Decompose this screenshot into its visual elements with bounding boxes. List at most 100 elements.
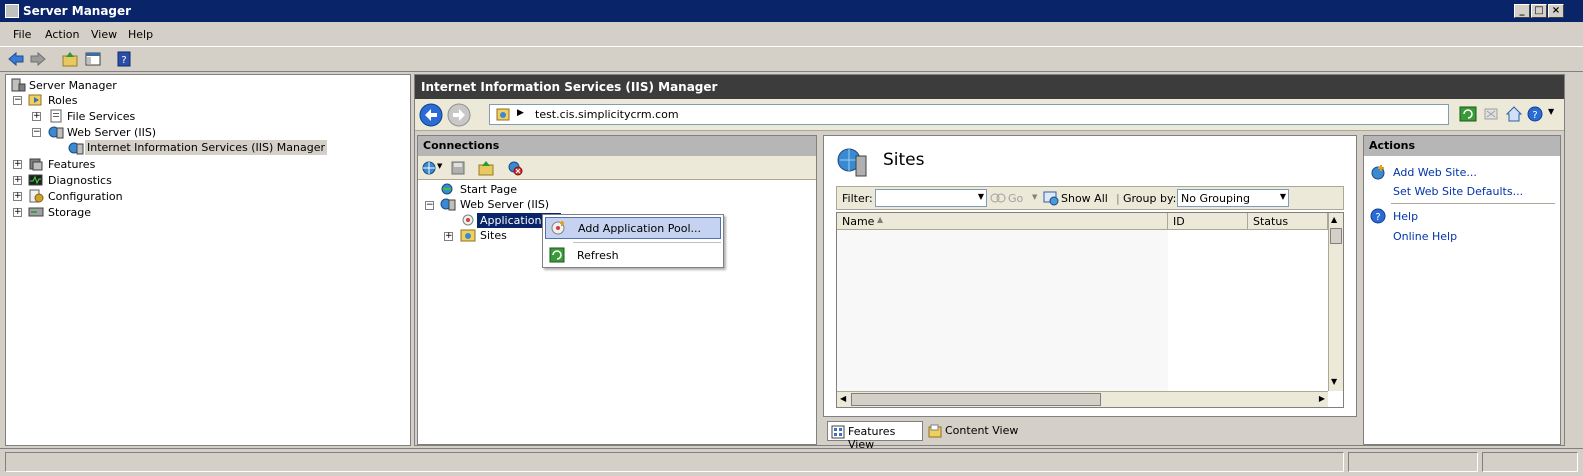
maximize-button[interactable]: □ (1531, 4, 1547, 18)
show-hide-console-icon[interactable] (84, 50, 102, 68)
scroll-down-icon[interactable]: ▼ (1331, 377, 1337, 386)
status-cell-main (5, 452, 1344, 472)
file-services-expander[interactable]: + (32, 112, 41, 121)
up-folder-icon[interactable] (61, 50, 79, 68)
add-web-site-icon (1371, 165, 1385, 180)
tree-file-services[interactable]: File Services (67, 110, 135, 123)
vertical-scrollbar[interactable]: ▲ ▼ (1328, 213, 1343, 391)
show-all-button[interactable]: Show All (1061, 192, 1108, 205)
close-button[interactable]: × (1548, 4, 1564, 18)
ctx-refresh[interactable]: Refresh (545, 245, 721, 267)
scroll-right-icon[interactable]: ▶ (1319, 394, 1325, 403)
disconnect-icon[interactable] (507, 160, 523, 176)
features-expander[interactable]: + (13, 160, 22, 169)
forward-arrow-icon[interactable] (29, 50, 47, 68)
toolbar: ? (0, 46, 1583, 72)
add-web-site-link[interactable]: Add Web Site... (1393, 166, 1477, 179)
col-id-label: ID (1173, 215, 1185, 228)
connections-toolbar: ▼ (418, 156, 816, 180)
nav-forward-icon[interactable] (447, 103, 471, 127)
conn-sites-expander[interactable]: + (444, 232, 453, 241)
conn-start-page[interactable]: Start Page (460, 183, 517, 196)
menu-action[interactable]: Action (45, 28, 79, 41)
features-icon (29, 158, 43, 171)
menu-view[interactable]: View (91, 28, 117, 41)
storage-expander[interactable]: + (13, 208, 22, 217)
group-by-value: No Grouping (1181, 192, 1250, 205)
group-by-select[interactable]: No Grouping ▼ (1177, 189, 1289, 207)
address-site-icon (496, 108, 510, 121)
online-help-link[interactable]: Online Help (1393, 230, 1457, 243)
stop-icon[interactable] (1483, 106, 1499, 122)
tree-features[interactable]: Features (48, 158, 95, 171)
menu-file[interactable]: File (13, 28, 31, 41)
go-icon[interactable] (990, 191, 1006, 205)
scroll-thumb[interactable] (1330, 228, 1342, 244)
tree-iis-manager[interactable]: Internet Information Services (IIS) Mana… (85, 140, 327, 155)
go-button[interactable]: Go (1008, 192, 1023, 205)
refresh-icon[interactable] (1459, 106, 1477, 122)
svg-text:?: ? (1375, 212, 1380, 223)
status-cell-2 (1348, 452, 1478, 472)
home-icon[interactable] (1505, 105, 1523, 123)
conn-web-server-expander[interactable]: − (425, 201, 434, 210)
tree-storage[interactable]: Storage (48, 206, 91, 219)
help-chevron-down-icon[interactable]: ▼ (1548, 107, 1554, 116)
save-icon[interactable] (450, 160, 466, 176)
scroll-left-icon[interactable]: ◀ (840, 394, 846, 403)
col-name[interactable]: Name ▲ (837, 213, 1168, 230)
storage-icon (28, 207, 44, 217)
menu-help[interactable]: Help (128, 28, 153, 41)
col-id[interactable]: ID (1168, 213, 1248, 230)
diagnostics-expander[interactable]: + (13, 176, 22, 185)
tree-configuration[interactable]: Configuration (48, 190, 123, 203)
go-chevron-down-icon[interactable]: ▼ (1032, 193, 1037, 201)
sites-pane: Sites Filter: ▼ Go ▼ Show All | Group by… (823, 135, 1357, 417)
roles-icon (28, 94, 42, 106)
conn-sites[interactable]: Sites (480, 229, 507, 242)
filter-input[interactable]: ▼ (875, 189, 987, 207)
back-arrow-icon[interactable] (7, 50, 25, 68)
hscroll-thumb[interactable] (851, 393, 1101, 406)
set-web-site-defaults-link[interactable]: Set Web Site Defaults... (1393, 185, 1523, 198)
tree-server-manager[interactable]: Server Manager (29, 79, 117, 92)
address-field[interactable]: ▶ test.cis.simplicitycrm.com (489, 104, 1449, 125)
ctx-add-application-pool-label: Add Application Pool... (578, 222, 701, 235)
iis-manager-icon (68, 142, 84, 155)
help-book-icon[interactable]: ? (115, 50, 133, 68)
ctx-separator (573, 242, 721, 243)
sort-ascending-icon: ▲ (877, 215, 884, 224)
scroll-up-icon[interactable]: ▲ (1331, 215, 1337, 224)
tree-diagnostics[interactable]: Diagnostics (48, 174, 112, 187)
horizontal-scrollbar[interactable]: ◀ ▶ (837, 391, 1328, 407)
help-link[interactable]: Help (1393, 210, 1418, 223)
roles-expander[interactable]: − (13, 96, 22, 105)
ctx-add-application-pool[interactable]: Add Application Pool... (545, 217, 721, 239)
sites-folder-icon (460, 229, 476, 242)
help-icon: ? (1370, 208, 1386, 224)
configuration-expander[interactable]: + (13, 192, 22, 201)
web-server-expander[interactable]: − (32, 128, 41, 137)
actions-pane: Actions Add Web Site... Set Web Site Def… (1363, 135, 1561, 445)
tree-roles[interactable]: Roles (48, 94, 77, 107)
conn-web-server[interactable]: Web Server (IIS) (460, 198, 549, 211)
help-dropdown-icon[interactable]: ? (1527, 105, 1545, 123)
content-view-icon (928, 424, 942, 438)
group-by-chevron-down-icon[interactable]: ▼ (1280, 192, 1286, 201)
up-level-icon[interactable] (478, 160, 494, 176)
app-pools-icon (462, 214, 474, 226)
col-status-label: Status (1253, 215, 1289, 228)
address-chevron-icon[interactable]: ▶ (517, 108, 524, 118)
connect-chevron-down-icon[interactable]: ▼ (437, 162, 442, 170)
content-view-tab[interactable]: Content View (925, 421, 1025, 441)
col-status[interactable]: Status (1248, 213, 1328, 230)
features-view-tab[interactable]: Features View (827, 421, 923, 451)
tree-web-server[interactable]: Web Server (IIS) (67, 126, 156, 139)
col-name-label: Name (842, 215, 875, 228)
minimize-button[interactable]: _ (1514, 4, 1530, 18)
connect-globe-icon[interactable] (421, 160, 437, 176)
nav-back-icon[interactable] (419, 103, 443, 127)
address-text: test.cis.simplicitycrm.com (535, 108, 679, 121)
show-all-icon (1043, 191, 1059, 206)
filter-chevron-down-icon[interactable]: ▼ (978, 192, 984, 201)
